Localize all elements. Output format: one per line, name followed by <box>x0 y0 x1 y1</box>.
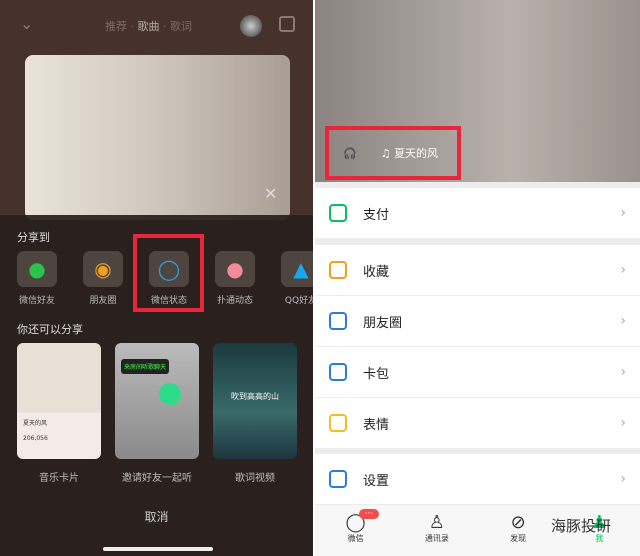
contacts-icon: ♙ <box>428 512 445 533</box>
card-label: 邀请好友一起听 <box>122 473 192 484</box>
card-stat: 206,056 <box>23 435 48 442</box>
menu-icon <box>329 312 347 330</box>
card-label: 音乐卡片 <box>39 473 79 484</box>
menu-icon <box>329 470 347 488</box>
menu-label: 卡包 <box>363 366 390 382</box>
unread-badge: ··· <box>358 509 380 519</box>
menu-label: 收藏 <box>363 264 390 280</box>
menu-item-0[interactable]: 支付 › <box>315 188 640 238</box>
chevron-right-icon: › <box>620 364 626 380</box>
tab-label: 微信 <box>347 534 364 543</box>
chevron-right-icon: › <box>620 415 626 431</box>
more-share-title: 你还可以分享 <box>17 323 83 336</box>
menu-label: 表情 <box>363 417 390 433</box>
tab-lyrics[interactable]: 歌词 <box>170 20 192 33</box>
card-lyric-video[interactable]: 吹到高高的山 歌词视频 <box>213 343 297 484</box>
chevron-right-icon: › <box>620 471 626 487</box>
qq-icon: ▲ <box>293 257 309 281</box>
chevron-right-icon: › <box>620 313 626 329</box>
player-tabs: 推荐 · 歌曲 · 歌词 <box>105 20 192 33</box>
card-label: 歌词视频 <box>235 473 275 484</box>
watermark: 海豚投研 <box>551 517 612 535</box>
avatar[interactable] <box>240 15 262 37</box>
share-target-label: 扑通动态 <box>216 296 253 306</box>
home-indicator <box>103 547 213 551</box>
menu-icon <box>329 261 347 279</box>
card-lyric: 吹到高高的山 <box>231 392 279 401</box>
tab-recommend[interactable]: 推荐 <box>105 20 127 33</box>
share-target-1[interactable]: ◉ 朋友圈 <box>83 251 123 306</box>
tab-label: 发现 <box>510 534 527 543</box>
tab-0[interactable]: ◯ ··· 微信 <box>331 509 381 556</box>
card-invite[interactable]: 来房间听歌聊天邀请好友一起听 <box>115 343 199 484</box>
menu-icon <box>329 204 347 222</box>
card-music[interactable]: 夏天的风 206,056 音乐卡片 <box>17 343 101 484</box>
tab-song[interactable]: 歌曲 <box>138 20 160 33</box>
chevron-right-icon: › <box>620 205 626 221</box>
wechat-me-screen: 🎧 ♫ 夏天的风 支付 › 收藏 › 朋友圈 › 卡包 › 表情 › 设置 › ◯ ··· 微信 ♙ 通讯录 ⊘ 发… <box>315 0 640 556</box>
menu-icon <box>329 363 347 381</box>
menu-icon <box>329 414 347 432</box>
share-title: 分享到 <box>17 231 50 244</box>
menu-item-2[interactable]: 朋友圈 › <box>315 296 640 346</box>
highlight-box <box>133 234 204 312</box>
status-song-highlight[interactable]: 🎧 ♫ 夏天的风 <box>325 126 461 180</box>
player-top-bar: ⌄ 推荐 · 歌曲 · 歌词 <box>0 0 313 50</box>
menu-label: 设置 <box>363 473 390 489</box>
menu-item-3[interactable]: 卡包 › <box>315 347 640 397</box>
tab-2[interactable]: ⊘ 发现 <box>493 513 543 556</box>
wechat-icon: ● <box>28 257 46 281</box>
card-bubble: 来房间听歌聊天 <box>121 359 170 374</box>
share-target-3[interactable]: ● 扑通动态 <box>215 251 255 306</box>
share-target-label: 朋友圈 <box>89 296 117 306</box>
close-icon[interactable]: ✕ <box>264 184 277 203</box>
menu-label: 朋友圈 <box>363 315 403 331</box>
share-target-0[interactable]: ● 微信好友 <box>17 251 57 306</box>
collapse-chevron-icon[interactable]: ⌄ <box>20 14 33 33</box>
tab-label: 通讯录 <box>424 534 449 543</box>
menu-item-5[interactable]: 设置 › <box>315 454 640 504</box>
headphones-icon: 🎧 <box>343 146 357 160</box>
share-target-label: 微信好友 <box>18 296 55 306</box>
chevron-right-icon: › <box>620 262 626 278</box>
card-song-title: 夏天的风 <box>23 420 48 427</box>
moments-icon: ◉ <box>94 257 112 281</box>
share-target-4[interactable]: ▲ QQ好友 <box>281 251 313 306</box>
cancel-button[interactable]: 取消 <box>0 508 313 525</box>
compass-icon: ⊘ <box>510 512 526 533</box>
menu-label: 支付 <box>363 207 390 223</box>
share-target-label: QQ好友 <box>284 296 313 306</box>
share-external-icon[interactable] <box>279 16 295 32</box>
menu-item-4[interactable]: 表情 › <box>315 398 640 448</box>
music-player-share-screen: ⌄ 推荐 · 歌曲 · 歌词 ✕ 分享到 ● 微信好友 ◉ 朋友圈 ◯ 微信状态 ● 扑通动态… <box>0 0 313 556</box>
song-title: 夏天的风 <box>394 147 439 160</box>
putong-icon: ● <box>226 257 244 281</box>
tab-1[interactable]: ♙ 通讯录 <box>412 513 462 556</box>
status-song: ♫ 夏天的风 <box>380 147 439 160</box>
menu-item-1[interactable]: 收藏 › <box>315 245 640 295</box>
album-cover <box>25 55 290 220</box>
